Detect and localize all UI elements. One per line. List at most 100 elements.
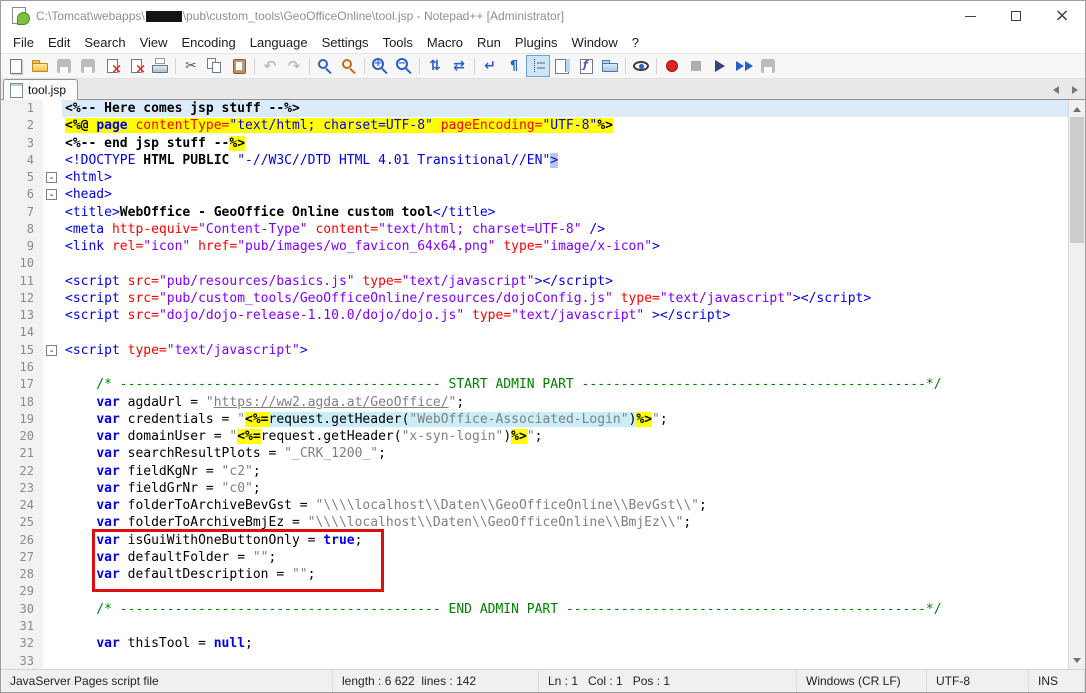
find-icon[interactable] xyxy=(313,55,337,77)
menu-item-file[interactable]: File xyxy=(6,33,41,52)
title-bar[interactable]: C:\Tomcat\webapps\\pub\custom_tools\GeoO… xyxy=(1,1,1085,31)
code-line-8[interactable]: 8<meta http-equiv="Content-Type" content… xyxy=(1,221,1068,238)
close-icon[interactable] xyxy=(100,55,124,77)
zoom-in-icon[interactable] xyxy=(368,55,392,77)
record-macro-icon[interactable] xyxy=(660,55,684,77)
code-line-24[interactable]: 24 var folderToArchiveBevGst = "\\\\loca… xyxy=(1,497,1068,514)
tab-tool-jsp[interactable]: tool.jsp xyxy=(3,79,78,100)
code-line-28[interactable]: 28 var defaultDescription = ""; xyxy=(1,566,1068,583)
paste-icon[interactable] xyxy=(227,55,251,77)
code-line-23[interactable]: 23 var fieldGrNr = "c0"; xyxy=(1,480,1068,497)
sync-vertical-icon[interactable] xyxy=(423,55,447,77)
menu-item-edit[interactable]: Edit xyxy=(41,33,77,52)
zoom-out-icon[interactable] xyxy=(392,55,416,77)
code-line-13[interactable]: 13<script src="dojo/dojo-release-1.10.0/… xyxy=(1,307,1068,324)
fold-marker-icon[interactable]: - xyxy=(46,172,57,183)
code-text: var fieldKgNr = "c2"; xyxy=(62,463,1068,480)
vertical-scrollbar[interactable] xyxy=(1068,100,1085,669)
line-number: 18 xyxy=(1,394,43,411)
code-line-33[interactable]: 33 xyxy=(1,653,1068,670)
replace-icon[interactable] xyxy=(337,55,361,77)
code-line-18[interactable]: 18 var agdaUrl = "https://ww2.agda.at/Ge… xyxy=(1,394,1068,411)
code-line-10[interactable]: 10 xyxy=(1,255,1068,272)
copy-icon[interactable] xyxy=(203,55,227,77)
code-line-29[interactable]: 29 xyxy=(1,583,1068,600)
menu-item-run[interactable]: Run xyxy=(470,33,508,52)
code-line-5[interactable]: 5-<html> xyxy=(1,169,1068,186)
scroll-down-icon[interactable] xyxy=(1069,652,1085,668)
scroll-up-icon[interactable] xyxy=(1069,101,1085,117)
code-line-11[interactable]: 11<script src="pub/resources/basics.js" … xyxy=(1,273,1068,290)
menu-item-search[interactable]: Search xyxy=(77,33,132,52)
code-line-27[interactable]: 27 var defaultFolder = ""; xyxy=(1,549,1068,566)
maximize-button[interactable] xyxy=(993,1,1039,31)
code-line-20[interactable]: 20 var domainUser = "<%=request.getHeade… xyxy=(1,428,1068,445)
fold-margin xyxy=(43,618,62,635)
code-line-7[interactable]: 7<title>WebOffice - GeoOffice Online cus… xyxy=(1,204,1068,221)
code-line-15[interactable]: 15-<script type="text/javascript"> xyxy=(1,342,1068,359)
code-line-17[interactable]: 17 /* ----------------------------------… xyxy=(1,376,1068,393)
code-line-3[interactable]: 3<%-- end jsp stuff --%> xyxy=(1,135,1068,152)
code-line-19[interactable]: 19 var credentials = "<%=request.getHead… xyxy=(1,411,1068,428)
fold-margin xyxy=(43,394,62,411)
fold-marker-icon[interactable]: - xyxy=(46,189,57,200)
code-line-22[interactable]: 22 var fieldKgNr = "c2"; xyxy=(1,463,1068,480)
code-line-1[interactable]: 1<%-- Here comes jsp stuff --%> xyxy=(1,100,1068,117)
code-line-25[interactable]: 25 var folderToArchiveBmjEz = "\\\\local… xyxy=(1,514,1068,531)
code-line-9[interactable]: 9<link rel="icon" href="pub/images/wo_fa… xyxy=(1,238,1068,255)
playback-macro-icon[interactable] xyxy=(708,55,732,77)
menu-item-plugins[interactable]: Plugins xyxy=(508,33,565,52)
code-line-31[interactable]: 31 xyxy=(1,618,1068,635)
status-eol-format[interactable]: Windows (CR LF) xyxy=(797,670,927,692)
minimize-button[interactable] xyxy=(947,1,993,31)
menu-item-macro[interactable]: Macro xyxy=(420,33,470,52)
code-area[interactable]: 1<%-- Here comes jsp stuff --%>2<%@ page… xyxy=(1,100,1068,669)
document-map-icon[interactable] xyxy=(550,55,574,77)
menu-item-settings[interactable]: Settings xyxy=(315,33,376,52)
code-line-6[interactable]: 6-<head> xyxy=(1,186,1068,203)
code-line-4[interactable]: 4<!DOCTYPE HTML PUBLIC "-//W3C//DTD HTML… xyxy=(1,152,1068,169)
open-file-icon[interactable] xyxy=(28,55,52,77)
redaction-box xyxy=(146,11,182,22)
cut-icon[interactable] xyxy=(179,55,203,77)
code-line-16[interactable]: 16 xyxy=(1,359,1068,376)
code-line-21[interactable]: 21 var searchResultPlots = "_CRK_1200_"; xyxy=(1,445,1068,462)
code-line-26[interactable]: 26 var isGuiWithOneButtonOnly = true; xyxy=(1,532,1068,549)
folder-as-workspace-icon[interactable] xyxy=(598,55,622,77)
tab-scroll-left-icon[interactable] xyxy=(1050,83,1061,96)
code-line-12[interactable]: 12<script src="pub/custom_tools/GeoOffic… xyxy=(1,290,1068,307)
close-all-icon[interactable] xyxy=(124,55,148,77)
fold-margin xyxy=(43,411,62,428)
status-insert-mode[interactable]: INS xyxy=(1029,670,1085,692)
fold-margin xyxy=(43,290,62,307)
menu-item-view[interactable]: View xyxy=(133,33,175,52)
print-icon[interactable] xyxy=(148,55,172,77)
toolbar-separator xyxy=(364,58,365,74)
sync-horizontal-icon[interactable] xyxy=(447,55,471,77)
menu-item-tools[interactable]: Tools xyxy=(376,33,420,52)
indent-guide-icon[interactable] xyxy=(526,55,550,77)
code-line-2[interactable]: 2<%@ page contentType="text/html; charse… xyxy=(1,117,1068,134)
line-number: 33 xyxy=(1,653,43,670)
scrollbar-thumb[interactable] xyxy=(1070,117,1084,243)
status-encoding[interactable]: UTF-8 xyxy=(927,670,1029,692)
word-wrap-icon[interactable] xyxy=(478,55,502,77)
code-line-30[interactable]: 30 /* ----------------------------------… xyxy=(1,601,1068,618)
code-text: var isGuiWithOneButtonOnly = true; xyxy=(62,532,1068,549)
code-line-14[interactable]: 14 xyxy=(1,324,1068,341)
menu-item-help[interactable]: ? xyxy=(625,33,646,52)
show-all-characters-icon[interactable] xyxy=(502,55,526,77)
fold-marker-icon[interactable]: - xyxy=(46,345,57,356)
code-text: <head> xyxy=(62,186,1068,203)
menu-item-language[interactable]: Language xyxy=(243,33,315,52)
function-list-icon[interactable] xyxy=(574,55,598,77)
new-file-icon[interactable] xyxy=(4,55,28,77)
monitoring-icon[interactable] xyxy=(629,55,653,77)
close-button[interactable] xyxy=(1039,1,1085,31)
menu-item-encoding[interactable]: Encoding xyxy=(175,33,243,52)
tab-scroll-buttons xyxy=(1050,83,1080,96)
run-macro-multiple-icon[interactable] xyxy=(732,55,756,77)
code-line-32[interactable]: 32 var thisTool = null; xyxy=(1,635,1068,652)
menu-item-window[interactable]: Window xyxy=(565,33,625,52)
tab-scroll-right-icon[interactable] xyxy=(1069,83,1080,96)
